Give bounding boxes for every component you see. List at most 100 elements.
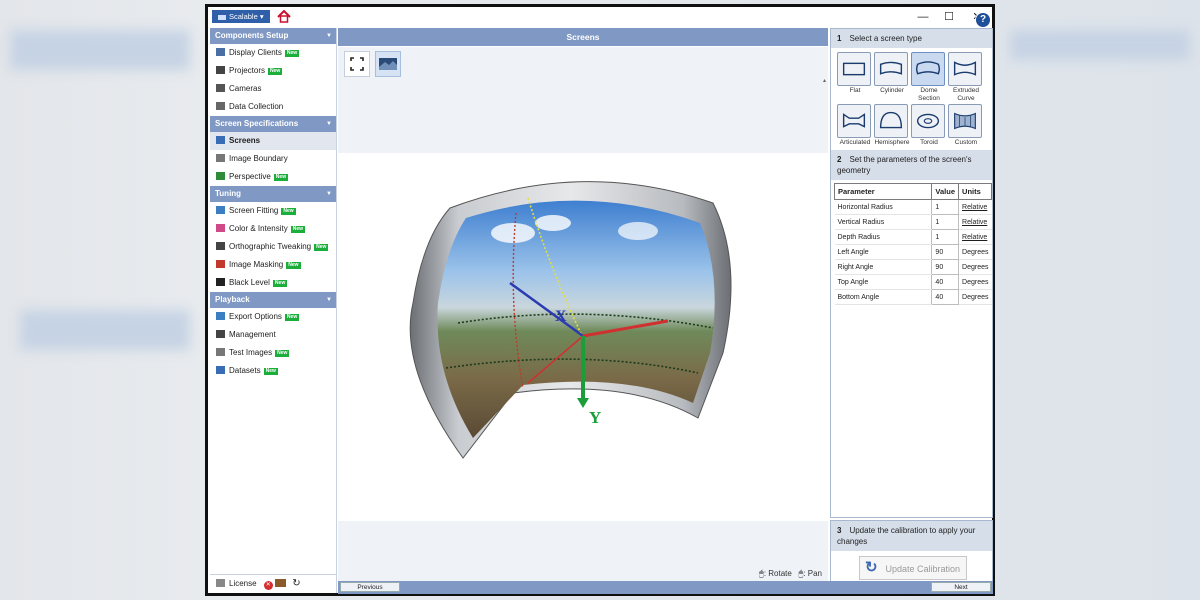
color-intensity-icon <box>216 224 225 232</box>
new-badge: New <box>268 68 283 75</box>
sidebar-item[interactable]: Data Collection <box>210 98 336 116</box>
step1-text: Select a screen type <box>849 34 922 43</box>
section-header[interactable]: Playback ▼ <box>210 292 336 308</box>
product-label: Scalable <box>229 12 258 21</box>
toolbox-icon[interactable] <box>275 579 287 587</box>
parameter-value-input[interactable]: 90 <box>931 259 960 275</box>
sidebar-item[interactable]: Color & Intensity New <box>210 220 336 238</box>
previous-button[interactable]: Previous <box>340 582 400 592</box>
navigation-bar: Previous Next <box>338 581 993 594</box>
step-number: 2 <box>837 155 842 164</box>
parameter-unit[interactable]: Relative <box>958 199 992 215</box>
section-header[interactable]: Tuning ▼ <box>210 186 336 202</box>
new-badge: New <box>273 174 289 181</box>
update-calibration-label: Update Calibration <box>885 564 960 574</box>
product-menu-button[interactable]: Scalable ▾ <box>212 10 270 23</box>
cloud <box>491 223 535 243</box>
sidebar-item[interactable]: Screens <box>210 132 336 150</box>
section-header[interactable]: Components Setup ▼ <box>210 28 336 44</box>
parameters-table: Parameter Value Units Horizontal Radius 1 Rel… <box>833 183 992 305</box>
refresh-icon: ↻ <box>865 559 878 576</box>
screens-icon <box>216 136 225 144</box>
sidebar-item-label: Export Options <box>229 312 282 321</box>
minimize-button[interactable]: — <box>913 9 933 25</box>
next-button[interactable]: Next <box>931 582 991 592</box>
sidebar-item-label: Test Images <box>229 348 273 357</box>
screen-type-option[interactable]: Articulated <box>837 104 873 147</box>
step1-header: 1 Select a screen type <box>831 29 992 48</box>
3d-viewport[interactable]: X Y <box>338 153 828 521</box>
collapse-arrow-icon[interactable]: ▴ <box>823 77 826 84</box>
sidebar-item[interactable]: Export Options New <box>210 308 336 326</box>
screen-type-label: Dome Section <box>918 87 940 102</box>
fit-view-button[interactable] <box>344 51 370 77</box>
cloud <box>618 222 658 240</box>
screen-type-option[interactable]: Flat <box>837 52 873 95</box>
sidebar-item-label: Screen Fitting <box>229 206 279 215</box>
screen-type-option[interactable]: Toroid <box>911 104 947 147</box>
parameter-value-input[interactable]: 1 <box>931 214 960 230</box>
sidebar-item[interactable]: Screen Fitting New <box>210 202 336 220</box>
sidebar-item-label: Datasets <box>229 366 261 375</box>
sidebar-item[interactable]: Image Boundary <box>210 150 336 168</box>
parameter-unit: Degrees <box>958 259 992 275</box>
collapse-caret-icon: ▼ <box>326 121 332 127</box>
screen-type-option[interactable]: Hemisphere <box>874 104 910 147</box>
parameter-name: Horizontal Radius <box>834 199 932 215</box>
sidebar-item[interactable]: Projectors New <box>210 62 336 80</box>
page-title: Screens <box>338 28 828 46</box>
sidebar-item[interactable]: Cameras <box>210 80 336 98</box>
y-axis-arrow <box>577 398 589 408</box>
column-header: Parameter <box>833 183 933 200</box>
image-view-button[interactable] <box>375 51 401 77</box>
test-images-icon <box>216 348 225 356</box>
sidebar-item[interactable]: Orthographic Tweaking New <box>210 238 336 256</box>
parameter-unit[interactable]: Relative <box>958 229 992 245</box>
new-badge: New <box>284 50 300 57</box>
data-collection-icon <box>216 102 225 110</box>
table-row: Vertical Radius 1 Relative <box>834 214 992 230</box>
screen-type-label: Extruded Curve <box>952 87 980 102</box>
image-boundary-icon <box>216 154 225 162</box>
sidebar-item[interactable]: Image Masking New <box>210 256 336 274</box>
screen-type-option[interactable]: Cylinder <box>874 52 910 95</box>
parameter-value-input[interactable]: 90 <box>931 244 960 260</box>
table-row: Left Angle 90 Degrees <box>834 244 992 260</box>
home-icon[interactable] <box>277 10 291 23</box>
black-level-icon <box>216 278 225 286</box>
parameter-value-input[interactable]: 40 <box>931 289 960 305</box>
parameter-value-input[interactable]: 1 <box>931 229 960 245</box>
help-button[interactable]: ? <box>975 12 991 28</box>
step-number: 3 <box>837 526 842 535</box>
y-axis-label: Y <box>589 408 601 427</box>
license-icon <box>216 579 225 587</box>
export-icon <box>216 312 225 320</box>
landscape-image-icon <box>379 58 397 70</box>
sidebar-item[interactable]: Display Clients New <box>210 44 336 62</box>
collapse-caret-icon: ▼ <box>326 33 332 39</box>
ortho-tweak-icon <box>216 242 225 250</box>
parameter-unit[interactable]: Relative <box>958 214 992 230</box>
license-link[interactable]: License <box>229 579 257 588</box>
sidebar-item-label: Management <box>229 330 276 339</box>
screen-type-option[interactable]: Extruded Curve <box>948 52 984 103</box>
sidebar-item[interactable]: Management <box>210 326 336 344</box>
refresh-icon[interactable]: ↻ <box>292 578 300 589</box>
section-header[interactable]: Screen Specifications ▼ <box>210 116 336 132</box>
toroid-icon <box>911 104 945 138</box>
maximize-button[interactable]: ☐ <box>939 9 959 25</box>
sidebar-item[interactable]: Datasets New <box>210 362 336 380</box>
sidebar-item[interactable]: Black Level New <box>210 274 336 292</box>
update-calibration-button[interactable]: ↻ Update Calibration <box>859 556 967 580</box>
error-icon[interactable]: ✕ <box>263 581 273 590</box>
parameter-value-input[interactable]: 1 <box>931 199 960 215</box>
blurred-block <box>20 310 190 350</box>
table-row: Top Angle 40 Degrees <box>834 274 992 290</box>
sidebar-item[interactable]: Test Images New <box>210 344 336 362</box>
screen-type-option[interactable]: Dome Section <box>911 52 947 103</box>
sidebar-item[interactable]: Perspective New <box>210 168 336 186</box>
screen-type-option[interactable]: Custom <box>948 104 984 147</box>
x-axis-label: X <box>555 308 567 325</box>
parameter-value-input[interactable]: 40 <box>931 274 960 290</box>
new-badge: New <box>281 208 296 215</box>
